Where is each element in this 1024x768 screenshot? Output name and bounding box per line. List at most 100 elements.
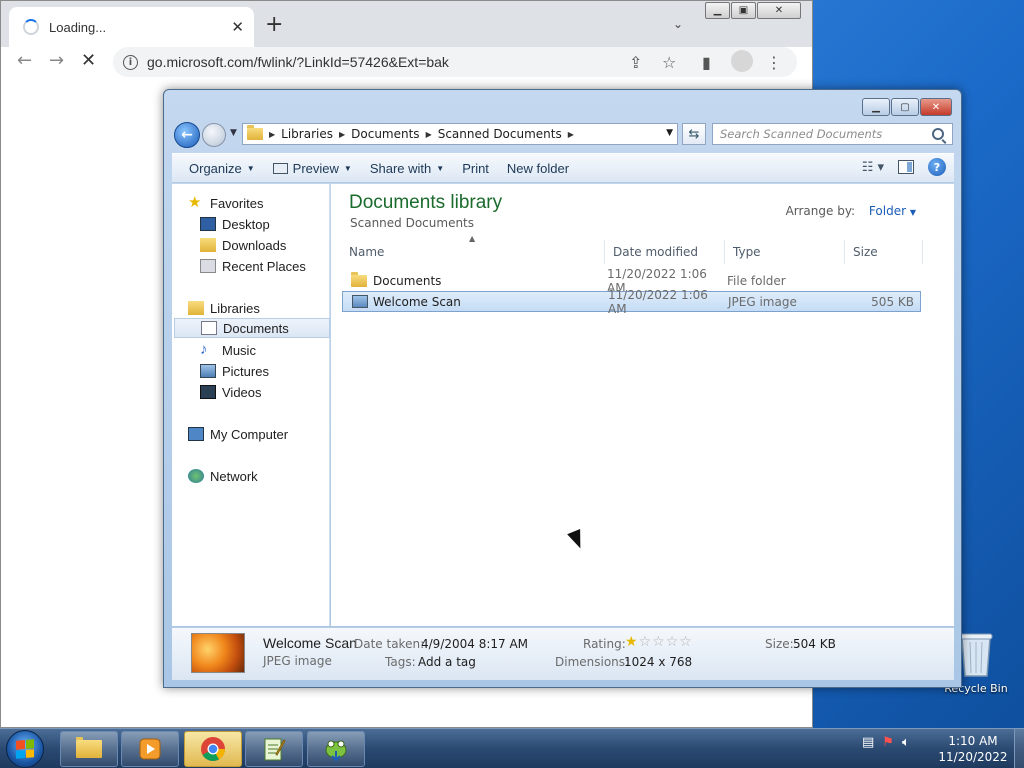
file-type: JPEG image [728, 294, 797, 309]
date-taken-value[interactable]: 4/9/2004 8:17 AM [421, 637, 528, 651]
forward-button[interactable] [202, 123, 226, 147]
show-desktop-button[interactable] [1014, 729, 1024, 768]
downloads-folder-icon [200, 238, 216, 252]
explorer-close-button[interactable]: ✕ [920, 98, 952, 116]
start-button[interactable] [6, 730, 44, 768]
library-folder-icon [247, 125, 263, 140]
column-name-label: Name [349, 245, 385, 259]
nav-label: Videos [222, 384, 262, 400]
nav-label: My Computer [210, 426, 289, 442]
organize-label: Organize [189, 160, 242, 176]
chrome-tab-strip: Loading... ✕ + ⌄ ▁ ▣ ✕ [1, 1, 812, 47]
column-name[interactable]: ▲ Name [341, 234, 605, 264]
rating-star-icon[interactable]: ☆ [666, 634, 680, 650]
nav-label: Music [222, 342, 256, 358]
details-file-kind: JPEG image [263, 654, 332, 668]
taskbar-app-button[interactable] [307, 731, 365, 767]
date-taken-label: Date taken: [354, 637, 425, 651]
change-view-icon[interactable]: ☷ ▾ [862, 160, 884, 175]
breadcrumb-scanned-documents[interactable]: Scanned Documents [438, 127, 562, 141]
action-center-flag-icon[interactable]: ⚑ [882, 735, 894, 750]
network-icon [188, 469, 204, 483]
breadcrumb-separator-icon[interactable]: ▶ [426, 130, 432, 139]
new-tab-icon[interactable]: + [265, 14, 283, 36]
search-icon[interactable] [932, 128, 944, 140]
search-input[interactable] [720, 127, 932, 141]
volume-icon[interactable]: 🔈︎ [902, 735, 910, 750]
chrome-minimize-button[interactable]: ▁ [705, 2, 730, 19]
chrome-toolbar: ← → ✕ i go.microsoft.com/fwlink/?LinkId=… [1, 47, 812, 79]
preview-pane-icon[interactable] [898, 160, 914, 174]
breadcrumb-separator-icon[interactable]: ▶ [568, 130, 574, 139]
column-size[interactable]: Size [845, 240, 923, 264]
nav-libraries[interactable]: Libraries [188, 298, 344, 318]
organize-button[interactable]: Organize ▼ [180, 161, 264, 176]
jpeg-image-icon [352, 295, 368, 308]
print-button[interactable]: Print [453, 161, 498, 176]
breadcrumb-libraries[interactable]: Libraries [281, 127, 333, 141]
breadcrumb[interactable]: ▶ Libraries ▶ Documents ▶ Scanned Docume… [242, 123, 678, 145]
file-name: Documents [373, 273, 442, 288]
taskbar-media-player-button[interactable] [121, 731, 179, 767]
forward-arrow-icon[interactable]: → [49, 51, 64, 71]
back-button[interactable]: ← [174, 122, 200, 148]
tags-value[interactable]: Add a tag [418, 655, 476, 669]
side-panel-icon[interactable]: ▮ [702, 53, 711, 72]
bookmark-star-icon[interactable]: ☆ [662, 53, 676, 72]
site-info-icon[interactable]: i [123, 54, 138, 70]
share-with-button[interactable]: Share with ▼ [361, 161, 453, 176]
rating-star-icon[interactable]: ☆ [679, 634, 693, 650]
chrome-close-button[interactable]: ✕ [757, 2, 801, 19]
arrange-by-label: Arrange by: [785, 204, 856, 218]
rating-star-icon[interactable]: ☆ [639, 634, 653, 650]
tab-close-icon[interactable]: ✕ [231, 18, 244, 36]
chrome-menu-icon[interactable]: ⋮ [766, 53, 782, 72]
column-date-modified[interactable]: Date modified [605, 240, 725, 264]
column-type[interactable]: Type [725, 240, 845, 264]
profile-avatar-icon[interactable] [731, 50, 753, 72]
rating-star-icon[interactable]: ★ [625, 634, 639, 650]
breadcrumb-separator-icon[interactable]: ▶ [339, 130, 345, 139]
explorer-window-controls: ▁ ▢ ✕ [861, 98, 952, 116]
taskbar-notepad-button[interactable] [245, 731, 303, 767]
taskbar-chrome-button[interactable] [184, 731, 242, 767]
new-folder-button[interactable]: New folder [498, 161, 578, 176]
tab-search-chevron-icon[interactable]: ⌄ [673, 17, 683, 31]
arrange-by-dropdown[interactable]: Folder ▼ [869, 204, 916, 218]
chrome-maximize-button[interactable]: ▣ [731, 2, 756, 19]
nav-network[interactable]: Network [188, 466, 344, 486]
file-size: 505 KB [871, 294, 914, 309]
preview-button[interactable]: Preview ▼ [264, 161, 361, 176]
breadcrumb-separator-icon[interactable]: ▶ [269, 130, 275, 139]
help-icon[interactable]: ? [928, 158, 946, 176]
share-with-label: Share with [369, 160, 432, 176]
network-tray-icon[interactable]: ▤ [862, 735, 874, 750]
back-arrow-icon[interactable]: ← [17, 51, 32, 71]
explorer-minimize-button[interactable]: ▁ [862, 98, 890, 116]
nav-my-computer[interactable]: My Computer [188, 424, 344, 444]
library-title: Documents library [349, 192, 503, 213]
refresh-button[interactable]: ⇆ [682, 123, 706, 145]
table-row[interactable]: Welcome Scan 11/20/2022 1:06 AM JPEG ima… [342, 288, 921, 316]
rating-stars[interactable]: ★☆☆☆☆ [625, 634, 693, 650]
breadcrumb-documents[interactable]: Documents [351, 127, 419, 141]
share-icon[interactable]: ⇪ [629, 53, 642, 72]
taskbar-explorer-button[interactable] [60, 731, 118, 767]
green-frog-app-icon [325, 740, 347, 762]
documents-icon [201, 321, 217, 335]
nav-favorites[interactable]: ★ Favorites [188, 193, 344, 213]
stop-loading-icon[interactable]: ✕ [81, 51, 96, 71]
taskbar-clock[interactable]: 1:10 AM 11/20/2022 [934, 733, 1012, 765]
details-file-name: Welcome Scan [263, 635, 357, 651]
arrange-by: Arrange by: Folder ▼ [786, 204, 916, 218]
explorer-maximize-button[interactable]: ▢ [891, 98, 919, 116]
address-dropdown-icon[interactable]: ▼ [666, 128, 673, 138]
address-bar[interactable]: i go.microsoft.com/fwlink/?LinkId=57426&… [113, 47, 797, 77]
recent-pages-dropdown-icon[interactable]: ▼ [230, 128, 237, 138]
rating-star-icon[interactable]: ☆ [652, 634, 666, 650]
windows-logo-icon [16, 739, 34, 759]
chrome-tab[interactable]: Loading... ✕ [9, 7, 254, 47]
column-headers: ▲ Name Date modified Type Size [341, 234, 941, 264]
nav-documents[interactable]: Documents [174, 318, 330, 338]
clock-date: 11/20/2022 [938, 750, 1008, 764]
